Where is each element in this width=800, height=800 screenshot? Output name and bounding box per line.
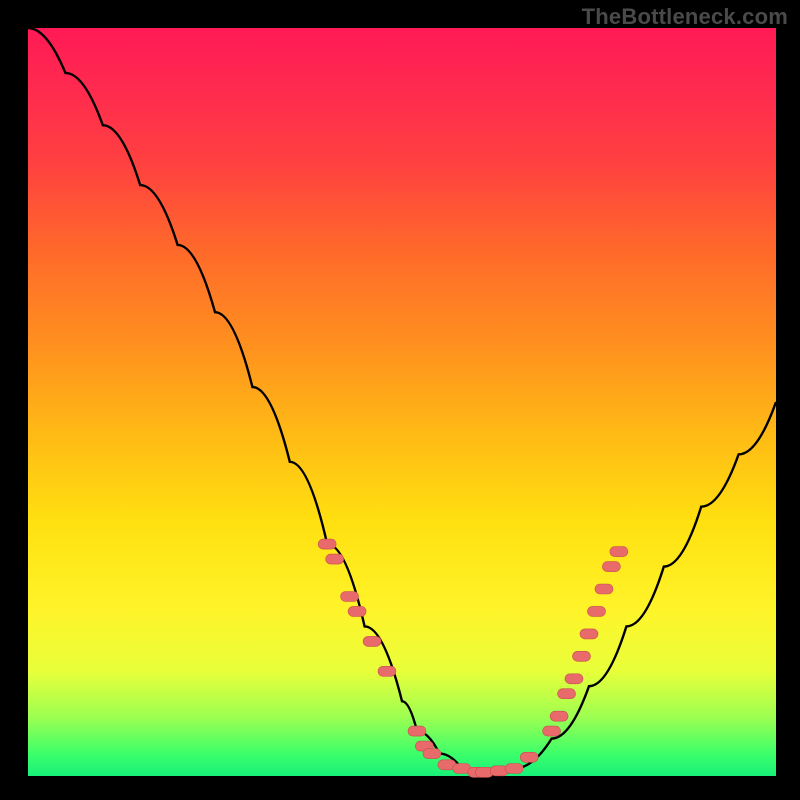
data-marker <box>565 674 583 684</box>
data-marker <box>602 562 620 572</box>
data-marker <box>326 554 344 564</box>
plot-area <box>28 28 776 776</box>
data-marker <box>423 749 441 759</box>
data-marker <box>588 606 606 616</box>
data-marker <box>341 592 359 602</box>
data-marker <box>318 539 336 549</box>
marker-layer <box>318 539 628 777</box>
chart-svg <box>28 28 776 776</box>
data-marker <box>550 711 568 721</box>
data-marker <box>505 764 523 774</box>
data-marker <box>363 636 381 646</box>
watermark-text: TheBottleneck.com <box>582 4 788 30</box>
data-marker <box>408 726 426 736</box>
data-marker <box>348 606 366 616</box>
data-marker <box>543 726 561 736</box>
bottleneck-curve-path <box>28 28 776 776</box>
data-marker <box>378 666 396 676</box>
chart-frame: TheBottleneck.com <box>0 0 800 800</box>
data-marker <box>580 629 598 639</box>
data-marker <box>558 689 576 699</box>
data-marker <box>610 547 628 557</box>
data-marker <box>595 584 613 594</box>
data-marker <box>520 752 538 762</box>
data-marker <box>573 651 591 661</box>
